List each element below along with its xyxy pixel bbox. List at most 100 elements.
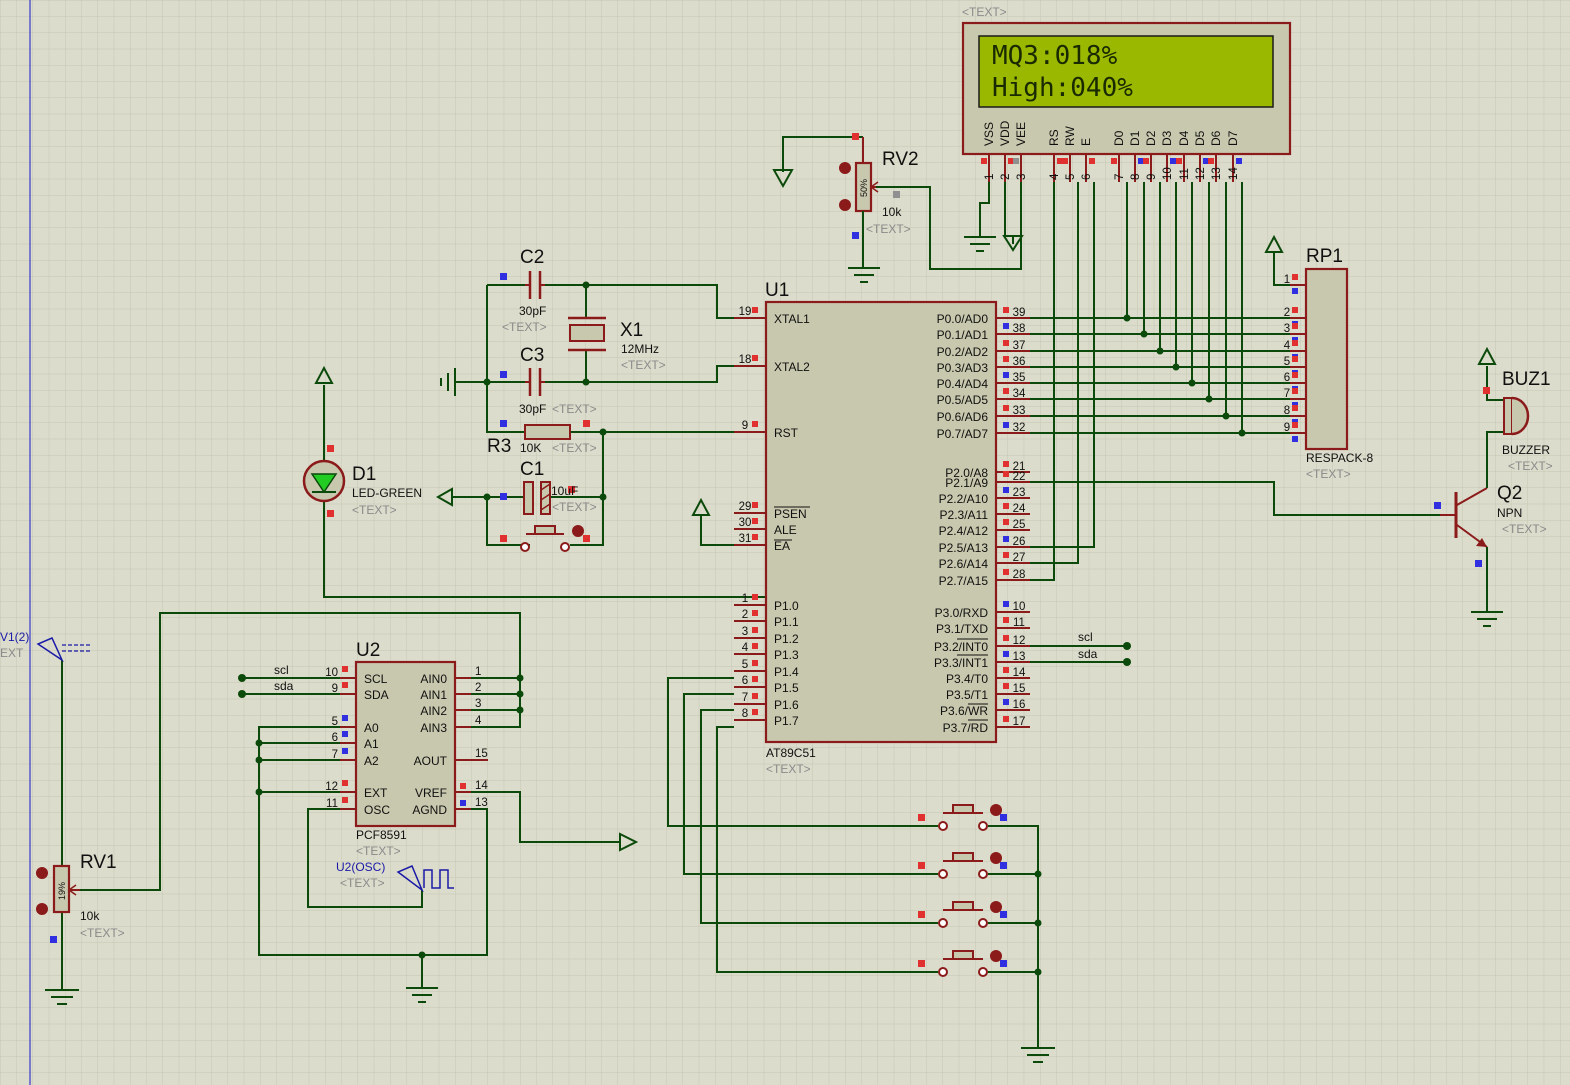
u1-pin-name: P3.7/RD: [943, 721, 989, 735]
svg-text:<TEXT>: <TEXT>: [866, 222, 911, 236]
lcd-pin-marker: [981, 158, 987, 164]
lcd-pin-name: D1: [1128, 130, 1142, 146]
lcd-pin-number: 6: [1081, 174, 1093, 180]
svg-text:NPN: NPN: [1497, 506, 1522, 520]
lcd-pin-marker: [1143, 158, 1149, 164]
svg-text:10k: 10k: [80, 909, 100, 923]
svg-text:RV2: RV2: [882, 149, 919, 170]
lcd-pin-number: 7: [1114, 174, 1126, 180]
lcd-pin-name: D7: [1226, 130, 1240, 146]
u2-pin-marker: [460, 800, 466, 806]
u2-pin-number: 4: [475, 715, 482, 727]
u1-pin-marker: [1003, 569, 1009, 575]
rp1-pin-number: 2: [1284, 307, 1290, 319]
svg-text:50%: 50%: [859, 179, 869, 197]
svg-text:<TEXT>: <TEXT>: [552, 441, 597, 455]
u2-pin-number: 14: [475, 780, 488, 792]
svg-text:sda: sda: [274, 679, 294, 693]
u1-pin-number: 35: [1013, 372, 1026, 384]
rp1-pin-marker: [1292, 422, 1298, 428]
svg-text:<TEXT>: <TEXT>: [502, 320, 547, 334]
u1-pin-name: PSEN: [774, 507, 807, 521]
lcd-pin-number: 8: [1130, 174, 1142, 180]
lcd-pin-name: RS: [1047, 129, 1061, 146]
svg-text:D1: D1: [352, 464, 376, 485]
u2-pin-name: VREF: [415, 786, 447, 800]
u2-pin-name: AIN0: [420, 672, 447, 686]
svg-text:<TEXT>: <TEXT>: [80, 926, 125, 940]
schematic-canvas[interactable]: MQ3:018% High:040% <TEXT> VSS 1 VDD 2 VEE 3 RS…: [0, 0, 1570, 1085]
rp1-pin-number: 3: [1284, 323, 1290, 335]
u1-pin-name: P1.0: [774, 599, 799, 613]
u1-pin-number: 31: [739, 533, 752, 545]
bus-junction: [1140, 330, 1148, 338]
u1-pin-name: P3.3/INT1: [934, 656, 988, 670]
u1-pin-name: P3.2/INT0: [934, 640, 988, 654]
lcd-pin-name: VDD: [998, 120, 1012, 146]
u1-pin-number: 39: [1013, 307, 1026, 319]
u1-pin-number: 19: [739, 306, 752, 318]
bus-junction: [1205, 395, 1213, 403]
u2-pin-name: AGND: [412, 803, 447, 817]
rp1-pin-number: 5: [1284, 356, 1290, 368]
svg-text:BUZZER: BUZZER: [1502, 443, 1550, 457]
u1-pin-name: P0.7/AD7: [937, 427, 989, 441]
lcd-pin-number: 1: [984, 174, 996, 180]
u1-pin-marker: [1003, 307, 1009, 313]
u1-pin-number: 10: [1013, 601, 1026, 613]
lcd-pin-marker: [1236, 158, 1242, 164]
svg-text:<TEXT>: <TEXT>: [356, 844, 401, 858]
svg-text:<TEXT>: <TEXT>: [621, 358, 666, 372]
u1-pin-name: P0.1/AD1: [937, 328, 989, 342]
u1-pin-number: 33: [1013, 405, 1026, 417]
svg-text:C1: C1: [520, 459, 544, 480]
u1-pin-number: 2: [742, 609, 748, 621]
svg-text:U1: U1: [765, 280, 789, 301]
u1-pin-number: 24: [1013, 503, 1026, 515]
u1-pin-name: P1.5: [774, 681, 799, 695]
u1-microcontroller[interactable]: U1 AT89C51 <TEXT> 19 XTAL118 XTAL29 RST29 PS…: [734, 280, 1030, 776]
lcd-pin-number: 14: [1228, 167, 1240, 180]
u1-pin-marker: [752, 355, 758, 361]
u2-pin-marker: [460, 783, 466, 789]
u1-pin-marker: [1003, 356, 1009, 362]
u2-pin-number: 1: [475, 666, 481, 678]
u1-pin-name: P1.6: [774, 698, 799, 712]
u2-pin-marker: [342, 666, 348, 672]
svg-text:C2: C2: [520, 247, 544, 268]
u1-pin-name: P0.5/AD5: [937, 393, 989, 407]
u1-pin-name: P0.0/AD0: [937, 312, 989, 326]
u1-pin-name: P1.3: [774, 648, 799, 662]
u2-pin-name: AIN2: [420, 704, 447, 718]
svg-text:LED-GREEN: LED-GREEN: [352, 486, 422, 500]
u1-pin-name: P0.3/AD3: [937, 361, 989, 375]
u1-pin-name: XTAL1: [774, 312, 810, 326]
u2-pin-marker: [342, 715, 348, 721]
u1-pin-number: 25: [1013, 519, 1026, 531]
lcd-pin-marker: [1062, 158, 1068, 164]
lcd-line-1: MQ3:018%: [992, 41, 1118, 71]
svg-text:RV1: RV1: [80, 852, 117, 873]
u2-pin-name: A0: [364, 721, 379, 735]
u1-pin-number: 28: [1013, 569, 1026, 581]
u1-pin-number: 37: [1013, 340, 1026, 352]
u1-pin-name: P3.0/RXD: [935, 606, 989, 620]
u1-pin-marker: [1003, 487, 1009, 493]
u1-pin-number: 22: [1013, 471, 1026, 483]
lcd-pin-number: 12: [1195, 167, 1207, 180]
bus-junction: [1222, 412, 1230, 420]
u1-pin-name: P3.4/T0: [946, 672, 988, 686]
rp1-pin-number: 6: [1284, 372, 1290, 384]
u2-pin-name: A2: [364, 754, 379, 768]
rp1-pin-number: 1: [1284, 274, 1290, 286]
u1-pin-marker: [1003, 388, 1009, 394]
lcd-pin-marker: [1170, 158, 1176, 164]
u1-pin-name: XTAL2: [774, 360, 810, 374]
lcd-pin-number: 11: [1179, 168, 1191, 180]
u2-pin-name: AOUT: [414, 754, 448, 768]
svg-text:scl: scl: [1078, 630, 1093, 644]
svg-text:AT89C51: AT89C51: [766, 746, 816, 760]
u1-pin-number: 27: [1013, 552, 1026, 564]
u1-pin-marker: [1003, 422, 1009, 428]
lcd-pin-number: 2: [1000, 174, 1012, 180]
